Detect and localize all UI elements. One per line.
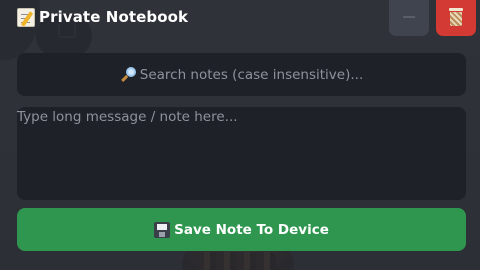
floppy-disk-icon bbox=[154, 221, 171, 238]
minimize-icon bbox=[403, 16, 415, 18]
note-textarea[interactable]: Type long message / note here... bbox=[17, 107, 466, 200]
magnifying-glass-icon bbox=[120, 66, 136, 83]
note-placeholder: Type long message / note here... bbox=[17, 109, 238, 125]
notebook-header: Private Notebook bbox=[17, 6, 188, 28]
minimize-button[interactable] bbox=[389, 0, 429, 36]
notebook-panel: Private Notebook Search notes (case inse… bbox=[0, 0, 480, 270]
search-placeholder: Search notes (case insensitive)... bbox=[139, 66, 364, 83]
search-input[interactable]: Search notes (case insensitive)... bbox=[17, 53, 466, 96]
memo-icon bbox=[17, 7, 35, 27]
wastebasket-icon bbox=[449, 8, 463, 26]
save-note-label: Save Note To Device bbox=[174, 221, 329, 238]
delete-button[interactable] bbox=[436, 0, 476, 36]
save-note-button[interactable]: Save Note To Device bbox=[17, 208, 466, 251]
notebook-title: Private Notebook bbox=[39, 8, 189, 26]
